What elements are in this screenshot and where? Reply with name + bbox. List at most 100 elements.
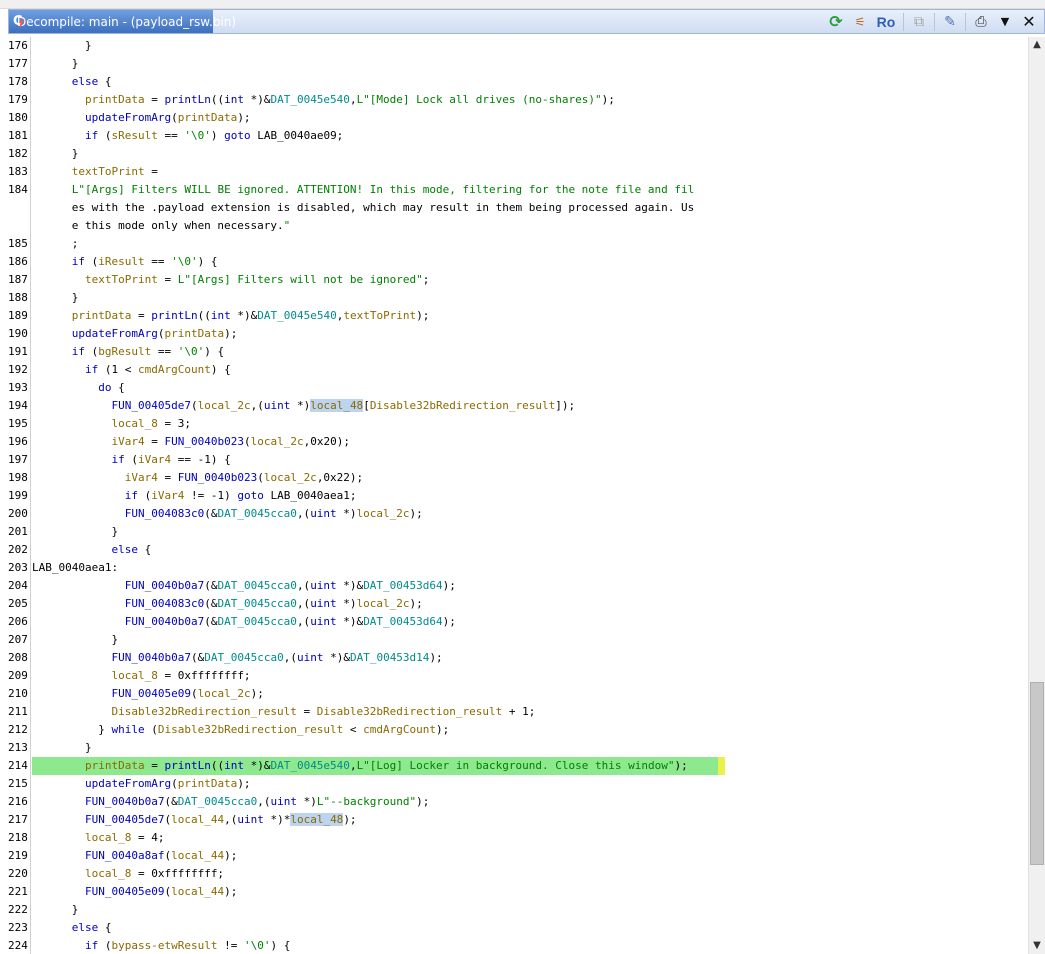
- code-text[interactable]: FUN_0040a8af(local_44);: [32, 847, 237, 865]
- code-text[interactable]: }: [32, 901, 79, 919]
- code-line[interactable]: 212 } while (Disable32bRedirection_resul…: [0, 721, 1028, 739]
- code-line[interactable]: 206 FUN_0040b0a7(&DAT_0045cca0,(uint *)&…: [0, 613, 1028, 631]
- code-text[interactable]: }: [32, 289, 79, 307]
- code-line[interactable]: es with the .payload extension is disabl…: [0, 199, 1028, 217]
- code-text[interactable]: es with the .payload extension is disabl…: [32, 199, 695, 217]
- code-text[interactable]: local_8 = 4;: [32, 829, 164, 847]
- edit-icon[interactable]: ✎: [941, 13, 959, 31]
- copy-icon[interactable]: ⧉: [910, 13, 928, 31]
- code-text[interactable]: updateFromArg(printData);: [32, 325, 238, 343]
- code-text[interactable]: printData = printLn((int *)&DAT_0045e540…: [32, 757, 688, 775]
- code-line[interactable]: 197 if (iVar4 == -1) {: [0, 451, 1028, 469]
- scroll-up-icon[interactable]: ▲: [1029, 37, 1045, 53]
- code-text[interactable]: local_8 = 0xffffffff;: [32, 865, 224, 883]
- code-text[interactable]: if (iVar4 != -1) goto LAB_0040aea1;: [32, 487, 357, 505]
- close-icon[interactable]: ✕: [1020, 13, 1038, 31]
- code-line[interactable]: 182 }: [0, 145, 1028, 163]
- code-line[interactable]: 207 }: [0, 631, 1028, 649]
- code-text[interactable]: if (1 < cmdArgCount) {: [32, 361, 231, 379]
- code-text[interactable]: FUN_0040b0a7(&DAT_0045cca0,(uint *)&DAT_…: [32, 649, 442, 667]
- code-line[interactable]: 217 FUN_00405de7(local_44,(uint *)*local…: [0, 811, 1028, 829]
- code-text[interactable]: FUN_00405e09(local_44);: [32, 883, 237, 901]
- code-line[interactable]: 220 local_8 = 0xffffffff;: [0, 865, 1028, 883]
- code-line[interactable]: 210 FUN_00405e09(local_2c);: [0, 685, 1028, 703]
- code-line[interactable]: 180 updateFromArg(printData);: [0, 109, 1028, 127]
- code-text[interactable]: FUN_004083c0(&DAT_0045cca0,(uint *)local…: [32, 595, 423, 613]
- code-text[interactable]: if (iResult == '\0') {: [32, 253, 218, 271]
- code-line[interactable]: 216 FUN_0040b0a7(&DAT_0045cca0,(uint *)L…: [0, 793, 1028, 811]
- code-line[interactable]: 209 local_8 = 0xffffffff;: [0, 667, 1028, 685]
- scrollbar-thumb[interactable]: [1030, 682, 1044, 865]
- code-text[interactable]: updateFromArg(printData);: [32, 775, 251, 793]
- code-line[interactable]: 191 if (bgResult == '\0') {: [0, 343, 1028, 361]
- code-text[interactable]: }: [32, 739, 92, 757]
- code-line[interactable]: e this mode only when necessary.": [0, 217, 1028, 235]
- code-line[interactable]: 183 textToPrint =: [0, 163, 1028, 181]
- code-line[interactable]: 201 }: [0, 523, 1028, 541]
- code-text[interactable]: updateFromArg(printData);: [32, 109, 251, 127]
- code-text[interactable]: }: [32, 37, 92, 55]
- code-line[interactable]: 176 }: [0, 37, 1028, 55]
- call-graph-icon[interactable]: ⚟: [851, 13, 869, 31]
- code-line[interactable]: 202 else {: [0, 541, 1028, 559]
- code-line[interactable]: 223 else {: [0, 919, 1028, 937]
- code-line[interactable]: 190 updateFromArg(printData);: [0, 325, 1028, 343]
- code-text[interactable]: local_8 = 3;: [32, 415, 190, 433]
- code-text[interactable]: iVar4 = FUN_0040b023(local_2c,0x20);: [32, 433, 349, 451]
- code-text[interactable]: }: [32, 631, 118, 649]
- code-line[interactable]: 215 updateFromArg(printData);: [0, 775, 1028, 793]
- code-text[interactable]: FUN_00405de7(local_44,(uint *)*local_48)…: [32, 811, 357, 829]
- code-text[interactable]: }: [32, 145, 79, 163]
- code-text[interactable]: FUN_0040b0a7(&DAT_0045cca0,(uint *)&DAT_…: [32, 613, 456, 631]
- code-text[interactable]: ;: [32, 235, 79, 253]
- code-text[interactable]: } while (Disable32bRedirection_result < …: [32, 721, 449, 739]
- decompiler-code-view[interactable]: 176 } 177 } 178 else {179 printData = prin…: [0, 37, 1028, 954]
- code-line[interactable]: 211 Disable32bRedirection_result = Disab…: [0, 703, 1028, 721]
- code-line[interactable]: 187 textToPrint = L"[Args] Filters will …: [0, 271, 1028, 289]
- code-text[interactable]: e this mode only when necessary.": [32, 217, 291, 235]
- code-text[interactable]: }: [32, 523, 118, 541]
- code-text[interactable]: Disable32bRedirection_result = Disable32…: [32, 703, 535, 721]
- code-text[interactable]: FUN_00405e09(local_2c);: [32, 685, 263, 703]
- code-text[interactable]: if (bgResult == '\0') {: [32, 343, 224, 361]
- code-line[interactable]: 205 FUN_004083c0(&DAT_0045cca0,(uint *)l…: [0, 595, 1028, 613]
- code-line[interactable]: 179 printData = printLn((int *)&DAT_0045…: [0, 91, 1028, 109]
- code-text[interactable]: printData = printLn((int *)&DAT_0045e540…: [32, 307, 430, 325]
- code-line[interactable]: 213 }: [0, 739, 1028, 757]
- code-line[interactable]: 178 else {: [0, 73, 1028, 91]
- code-line[interactable]: 221 FUN_00405e09(local_44);: [0, 883, 1028, 901]
- code-text[interactable]: if (iVar4 == -1) {: [32, 451, 230, 469]
- code-text[interactable]: else {: [32, 541, 151, 559]
- code-text[interactable]: else {: [32, 73, 112, 91]
- vertical-scrollbar[interactable]: ▲ ▼: [1028, 37, 1045, 954]
- code-line[interactable]: 181 if (sResult == '\0') goto LAB_0040ae…: [0, 127, 1028, 145]
- code-text[interactable]: textToPrint =: [32, 163, 158, 181]
- refresh-icon[interactable]: ⟳: [827, 13, 845, 31]
- code-text[interactable]: }: [32, 55, 79, 73]
- dropdown-menu-icon[interactable]: ▼: [996, 13, 1014, 31]
- code-text[interactable]: if (bypass-etwResult != '\0') {: [32, 937, 290, 954]
- code-text[interactable]: FUN_004083c0(&DAT_0045cca0,(uint *)local…: [32, 505, 423, 523]
- snapshot-icon[interactable]: ⎙: [972, 13, 990, 31]
- code-text[interactable]: FUN_00405de7(local_2c,(uint *)local_48[D…: [32, 397, 575, 415]
- code-line[interactable]: 184 L"[Args] Filters WILL BE ignored. AT…: [0, 181, 1028, 199]
- code-text[interactable]: textToPrint = L"[Args] Filters will not …: [32, 271, 429, 289]
- scroll-down-icon[interactable]: ▼: [1029, 938, 1045, 954]
- code-text[interactable]: if (sResult == '\0') goto LAB_0040ae09;: [32, 127, 343, 145]
- code-line[interactable]: 192 if (1 < cmdArgCount) {: [0, 361, 1028, 379]
- code-line[interactable]: 186 if (iResult == '\0') {: [0, 253, 1028, 271]
- code-line[interactable]: 219 FUN_0040a8af(local_44);: [0, 847, 1028, 865]
- code-text[interactable]: else {: [32, 919, 112, 937]
- code-line[interactable]: 188 }: [0, 289, 1028, 307]
- code-line[interactable]: 195 local_8 = 3;: [0, 415, 1028, 433]
- code-line[interactable]: 222 }: [0, 901, 1028, 919]
- code-text[interactable]: printData = printLn((int *)&DAT_0045e540…: [32, 91, 615, 109]
- code-text[interactable]: LAB_0040aea1:: [32, 559, 118, 577]
- code-line[interactable]: 185 ;: [0, 235, 1028, 253]
- code-line[interactable]: 203 LAB_0040aea1:: [0, 559, 1028, 577]
- code-line[interactable]: 204 FUN_0040b0a7(&DAT_0045cca0,(uint *)&…: [0, 577, 1028, 595]
- read-only-toggle-button[interactable]: Ro: [875, 13, 897, 31]
- code-text[interactable]: FUN_0040b0a7(&DAT_0045cca0,(uint *)&DAT_…: [32, 577, 456, 595]
- code-line[interactable]: 193 do {: [0, 379, 1028, 397]
- code-line[interactable]: 198 iVar4 = FUN_0040b023(local_2c,0x22);: [0, 469, 1028, 487]
